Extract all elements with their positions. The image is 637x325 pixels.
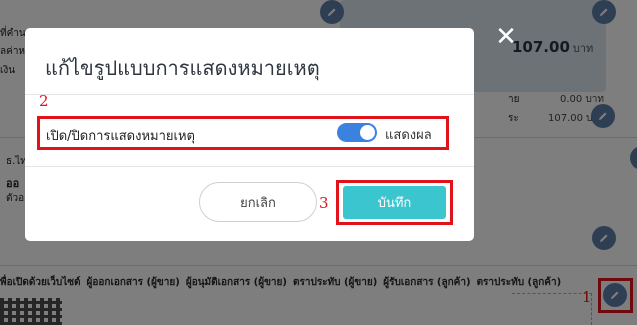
divider [25,94,474,95]
close-icon[interactable]: ✕ [494,24,518,50]
divider [25,166,474,167]
annotation-box-save: บันทึก [336,180,453,225]
dialog-title: แก้ไขรูปแบบการแสดงหมายเหตุ [45,56,320,80]
annotation-number-2: 2 [39,92,49,110]
show-notes-toggle[interactable] [337,123,377,142]
cancel-button[interactable]: ยกเลิก [199,182,317,222]
toggle-state-label: แสดงผล [385,128,432,143]
setting-label: เปิด/ปิดการแสดงหมายเหตุ [46,129,195,144]
annotation-number-3: 3 [319,194,329,212]
save-button[interactable]: บันทึก [343,186,446,219]
edit-notes-display-dialog: แก้ไขรูปแบบการแสดงหมายเหตุ 2 เปิด/ปิดการ… [25,28,474,241]
show-notes-setting-row: เปิด/ปิดการแสดงหมายเหตุ แสดงผล [37,116,449,150]
toggle-knob [360,125,375,140]
